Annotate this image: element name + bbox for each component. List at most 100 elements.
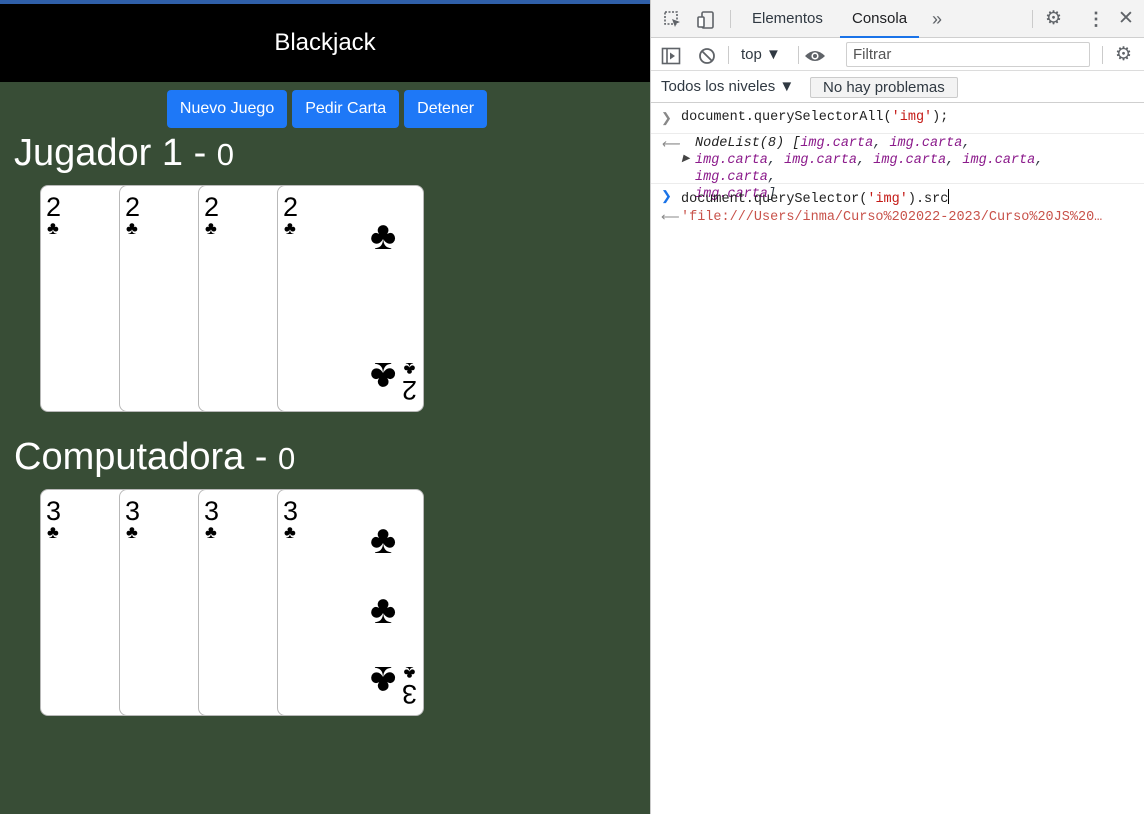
club-suit-icon: ♣: [284, 522, 296, 542]
club-pip-icon: ♣: [370, 214, 397, 258]
page-title: Blackjack: [274, 29, 376, 56]
nodelist-item-text: img.carta: [800, 136, 874, 151]
console-command: document.querySelectorAll(: [681, 110, 892, 125]
card-rank: 3: [125, 496, 141, 526]
console-command: document.querySelector(: [681, 192, 868, 207]
computer-heading: Computadora - 0: [14, 436, 295, 479]
nodelist-header: NodeList(8) [: [695, 136, 801, 151]
inspect-element-icon[interactable]: [663, 0, 683, 38]
nodelist-item-text: img.carta: [962, 153, 1036, 168]
club-suit-icon: ♣: [205, 218, 217, 238]
nodelist-item[interactable]: img.carta,: [800, 136, 889, 151]
nodelist-item[interactable]: img.carta,: [873, 153, 962, 168]
club-pip-icon: ♣: [370, 658, 397, 702]
player-name: Jugador 1 -: [14, 132, 217, 174]
clear-console-icon[interactable]: [698, 38, 716, 71]
club-suit-icon: ♣: [47, 522, 59, 542]
game-controls: Nuevo Juego Pedir Carta Detener: [0, 90, 650, 128]
card-rank: 3: [204, 496, 220, 526]
sidebar-toggle-icon[interactable]: [661, 38, 681, 71]
player-score: 0: [216, 137, 235, 172]
toolbar-divider: [798, 46, 799, 64]
filter-input[interactable]: [846, 42, 1090, 67]
stand-button[interactable]: Detener: [404, 90, 488, 128]
console-input-line: ❯ document.querySelectorAll('img');: [651, 104, 1144, 134]
settings-gear-icon[interactable]: ⚙: [1045, 0, 1062, 38]
club-suit-icon: ♣: [47, 218, 59, 238]
device-toolbar-icon[interactable]: [696, 0, 716, 38]
live-expression-eye-icon[interactable]: [804, 38, 826, 71]
card-rank: 2: [283, 192, 299, 222]
card-rank: 2: [125, 192, 141, 222]
tab-elements[interactable]: Elementos: [752, 0, 823, 38]
nodelist-item[interactable]: img.carta,: [695, 170, 776, 185]
log-levels-dropdown[interactable]: Todos los niveles ▼: [661, 71, 794, 103]
console-command-arg: 'img': [891, 110, 933, 125]
playing-card: 3♣♣♣♣3♣: [277, 489, 424, 716]
nodelist-item-text: img.carta: [695, 170, 768, 185]
card-rank: 3: [46, 496, 62, 526]
result-arrow-icon: ⟵: [661, 136, 680, 151]
nodelist-item[interactable]: img.carta,: [962, 153, 1043, 168]
card-rank: 3: [283, 496, 299, 526]
nodelist-item[interactable]: img.carta,: [695, 153, 784, 168]
blackjack-page: Blackjack Nuevo Juego Pedir Carta Detene…: [0, 0, 650, 814]
toolbar-divider: [728, 46, 729, 64]
hit-button[interactable]: Pedir Carta: [292, 90, 400, 128]
club-suit-icon: ♣: [126, 218, 138, 238]
console-toolbar: top ▼ ⚙: [651, 38, 1144, 71]
devtools-tabbar: Elementos Consola » ⚙ ⋮ ✕: [651, 0, 1144, 38]
issues-button[interactable]: No hay problemas: [810, 77, 958, 98]
console-input-line: ❯ document.querySelector('img').src: [651, 184, 1144, 207]
club-suit-icon: ♣: [284, 218, 296, 238]
prompt-chevron-icon: ❯: [661, 188, 672, 203]
club-pip-icon: ♣: [370, 354, 397, 398]
nodelist-item[interactable]: img.carta,: [889, 136, 970, 151]
console-command-arg: 'img': [867, 192, 908, 207]
card-rank: 3: [401, 679, 417, 709]
result-arrow-icon: ⟵: [661, 209, 680, 224]
console-command-end: ).src: [907, 192, 949, 207]
computer-score: 0: [278, 441, 296, 476]
context-selector[interactable]: top ▼: [741, 38, 781, 71]
toolbar-divider: [1032, 10, 1033, 28]
card-rank: 2: [401, 375, 417, 405]
expand-triangle-icon[interactable]: ▶: [682, 153, 690, 164]
club-suit-icon: ♣: [403, 663, 416, 683]
toolbar-divider: [1102, 46, 1103, 64]
card-rank: 2: [46, 192, 62, 222]
club-suit-icon: ♣: [403, 359, 416, 379]
club-pip-icon: ♣: [370, 518, 397, 562]
page-header: Blackjack: [0, 4, 650, 82]
club-pip-icon: ♣: [370, 588, 397, 632]
console-command-end: );: [932, 110, 949, 125]
console-result-line[interactable]: ⟵ ▶ NodeList(8) [img.carta, img.carta, i…: [651, 134, 1144, 202]
new-game-button[interactable]: Nuevo Juego: [166, 90, 288, 128]
src-result-string: 'file:///Users/inma/Curso%202022-2023/Cu…: [681, 210, 1103, 225]
levels-bar: Todos los niveles ▼ No hay problemas: [651, 71, 1144, 103]
card-corner-rotated: 3♣: [401, 663, 417, 709]
nodelist-item[interactable]: img.carta,: [784, 153, 873, 168]
console-result-line[interactable]: ⟵ 'file:///Users/inma/Curso%202022-2023/…: [651, 206, 1144, 228]
card-rank: 2: [204, 192, 220, 222]
console-output[interactable]: ❯ document.querySelectorAll('img'); ⟵ ▶ …: [651, 104, 1144, 228]
nodelist-item-text: img.carta: [889, 136, 963, 151]
close-icon[interactable]: ✕: [1118, 0, 1134, 38]
card-corner-rotated: 2♣: [401, 359, 417, 405]
nodelist-item-text: img.carta: [784, 153, 858, 168]
tab-console[interactable]: Consola: [840, 0, 920, 38]
nodelist-item-text: img.carta: [873, 153, 947, 168]
club-suit-icon: ♣: [126, 522, 138, 542]
club-suit-icon: ♣: [205, 522, 217, 542]
text-cursor: [948, 189, 950, 204]
nodelist-item-text: img.carta: [695, 153, 768, 168]
kebab-menu-icon[interactable]: ⋮: [1087, 0, 1105, 38]
playing-card: 2♣♣♣2♣: [277, 185, 424, 412]
prompt-chevron-icon: ❯: [661, 110, 672, 125]
console-settings-gear-icon[interactable]: ⚙: [1115, 38, 1132, 71]
more-tabs-icon[interactable]: »: [932, 0, 942, 38]
toolbar-divider: [730, 10, 731, 28]
devtools-panel: Elementos Consola » ⚙ ⋮ ✕ top ▼ ⚙ Todos …: [650, 0, 1144, 814]
computer-name: Computadora -: [14, 436, 279, 478]
player-heading: Jugador 1 - 0: [14, 132, 234, 175]
